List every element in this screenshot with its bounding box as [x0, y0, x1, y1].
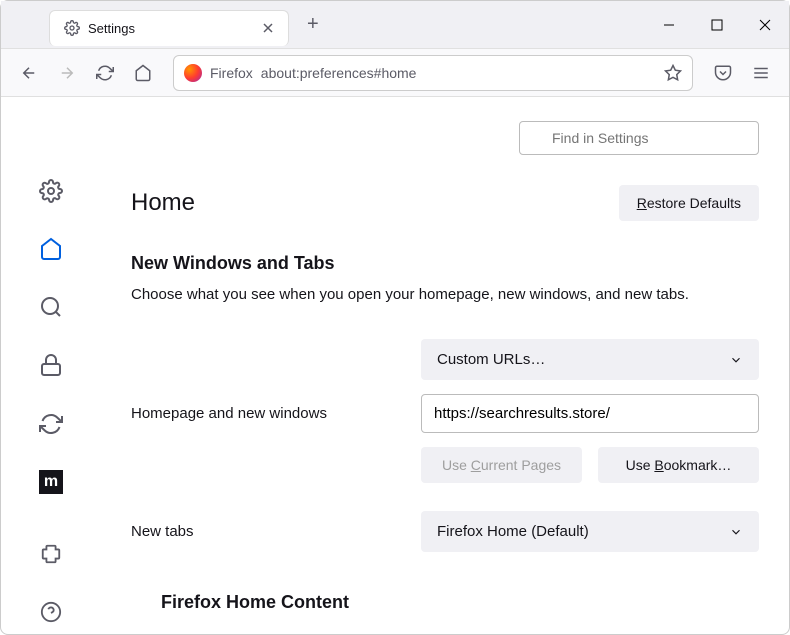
sidebar-item-general[interactable] [27, 169, 75, 213]
sidebar-item-home[interactable] [27, 227, 75, 271]
section-title: New Windows and Tabs [131, 253, 759, 274]
url-text: about:preferences#home [261, 65, 417, 81]
titlebar: Settings + [1, 1, 789, 49]
close-window-button[interactable] [741, 1, 789, 49]
section2-title: Firefox Home Content [161, 592, 759, 613]
gear-icon [64, 20, 80, 36]
url-bar[interactable]: Firefox about:preferences#home [173, 55, 693, 91]
sidebar-item-sync[interactable] [27, 402, 75, 446]
sidebar: m [1, 97, 101, 634]
sidebar-item-extensions[interactable] [27, 532, 75, 576]
sidebar-item-help[interactable] [27, 590, 75, 634]
close-icon[interactable] [262, 22, 274, 34]
homepage-label: Homepage and new windows [131, 405, 421, 422]
new-tab-button[interactable]: + [299, 9, 327, 40]
tab-settings[interactable]: Settings [49, 10, 289, 46]
forward-button[interactable] [51, 57, 83, 89]
newtabs-label: New tabs [131, 523, 421, 540]
sidebar-item-search[interactable] [27, 285, 75, 329]
chevron-down-icon [729, 525, 743, 539]
minimize-button[interactable] [645, 1, 693, 49]
firefox-icon [184, 64, 202, 82]
toolbar: Firefox about:preferences#home [1, 49, 789, 97]
search-input[interactable] [519, 121, 759, 155]
section-desc: Choose what you see when you open your h… [131, 286, 759, 303]
reload-button[interactable] [89, 57, 121, 89]
main-panel: Home RRestore Defaultsestore Defaults Ne… [101, 97, 789, 634]
page-title: Home [131, 189, 195, 217]
use-current-pages-button[interactable]: Use Current Pages [421, 447, 582, 483]
use-bookmark-button[interactable]: Use Bookmark… [598, 447, 759, 483]
newtabs-select[interactable]: Firefox Home (Default) [421, 511, 759, 552]
maximize-button[interactable] [693, 1, 741, 49]
homepage-url-input[interactable] [421, 394, 759, 433]
homepage-mode-select[interactable]: Custom URLs… [421, 339, 759, 380]
tab-title: Settings [88, 21, 254, 36]
content: m Home RRestore Defaultsestore Defaults … [1, 97, 789, 634]
chevron-down-icon [729, 353, 743, 367]
back-button[interactable] [13, 57, 45, 89]
sidebar-item-privacy[interactable] [27, 343, 75, 387]
m-icon: m [39, 470, 63, 494]
restore-defaults-button[interactable]: RRestore Defaultsestore Defaults [619, 185, 759, 221]
pocket-button[interactable] [707, 57, 739, 89]
menu-button[interactable] [745, 57, 777, 89]
home-button[interactable] [127, 57, 159, 89]
bookmark-icon[interactable] [664, 64, 682, 82]
url-prefix: Firefox [210, 65, 253, 81]
sidebar-item-more[interactable]: m [27, 460, 75, 504]
